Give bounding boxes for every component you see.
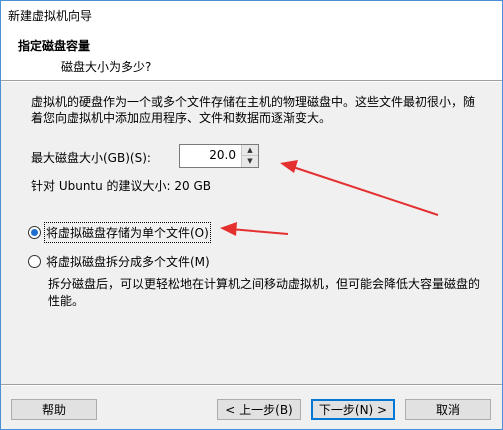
- stepper-buttons: ▲ ▼: [241, 145, 258, 167]
- title-bar: 新建虚拟机向导: [1, 1, 502, 27]
- page-title: 指定磁盘容量: [18, 39, 91, 53]
- next-button[interactable]: 下一步(N) >: [311, 399, 395, 420]
- stepper-down-icon[interactable]: ▼: [242, 156, 258, 167]
- stepper-up-icon[interactable]: ▲: [242, 145, 258, 156]
- page-subtitle: 磁盘大小为多少?: [61, 60, 152, 74]
- help-button[interactable]: 帮助: [11, 399, 97, 420]
- split-description: 拆分磁盘后，可以更轻松地在计算机之间移动虚拟机，但可能会降低大容量磁盘的性能。: [48, 277, 481, 308]
- recommended-size-text: 针对 Ubuntu 的建议大小: 20 GB: [31, 179, 212, 193]
- cancel-button[interactable]: 取消: [405, 399, 491, 420]
- disk-size-label: 最大磁盘大小(GB)(S):: [31, 151, 151, 165]
- disk-description: 虚拟机的硬盘作为一个或多个文件存储在主机的物理磁盘中。这些文件最初很小，随着您向…: [31, 95, 476, 125]
- disk-size-value[interactable]: 20.0: [209, 148, 236, 162]
- back-button[interactable]: < 上一步(B): [217, 399, 301, 420]
- option-single-file-label[interactable]: 将虚拟磁盘存储为单个文件(O): [44, 222, 211, 243]
- radio-split-files[interactable]: [28, 255, 41, 268]
- radio-single-file[interactable]: [28, 226, 41, 239]
- wizard-header: 指定磁盘容量 磁盘大小为多少?: [1, 27, 502, 80]
- wizard-footer: 帮助 < 上一步(B) 下一步(N) > 取消: [1, 386, 502, 429]
- wizard-window: 新建虚拟机向导 指定磁盘容量 磁盘大小为多少? 虚拟机的硬盘作为一个或多个文件存…: [0, 0, 503, 430]
- disk-size-stepper[interactable]: 20.0 ▲ ▼: [179, 144, 259, 168]
- window-title: 新建虚拟机向导: [8, 9, 93, 23]
- header-divider: [1, 80, 502, 82]
- option-split-files[interactable]: 将虚拟磁盘拆分成多个文件(M): [28, 253, 210, 270]
- option-single-file[interactable]: 将虚拟磁盘存储为单个文件(O): [28, 222, 211, 243]
- option-split-files-label[interactable]: 将虚拟磁盘拆分成多个文件(M): [46, 253, 210, 270]
